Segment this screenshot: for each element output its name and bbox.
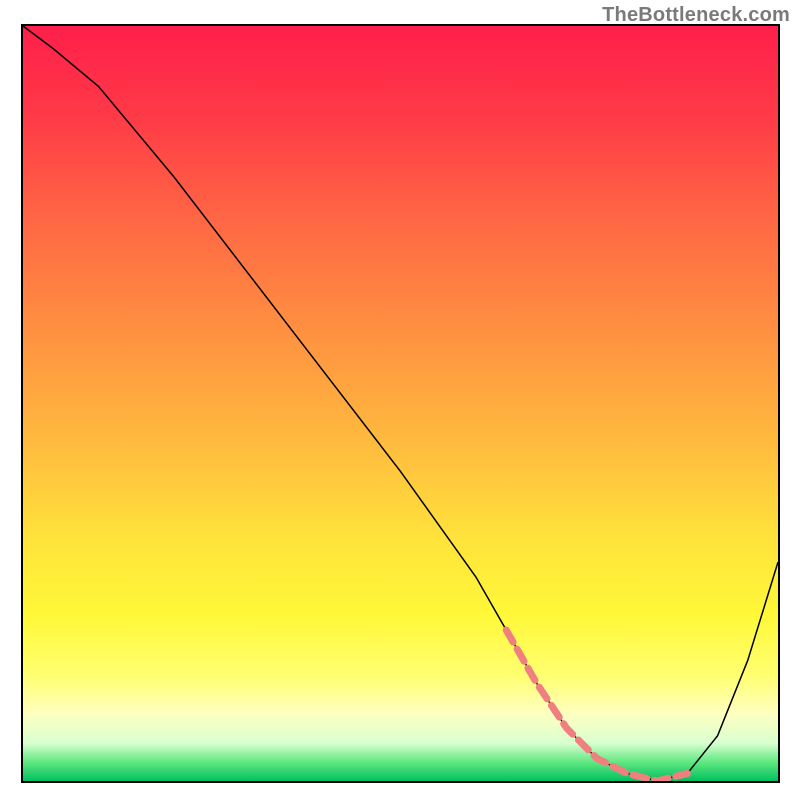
chart-plot-area — [21, 24, 780, 783]
watermark-text: TheBottleneck.com — [602, 4, 790, 27]
chart-background — [23, 26, 778, 781]
chart-svg — [23, 26, 778, 781]
